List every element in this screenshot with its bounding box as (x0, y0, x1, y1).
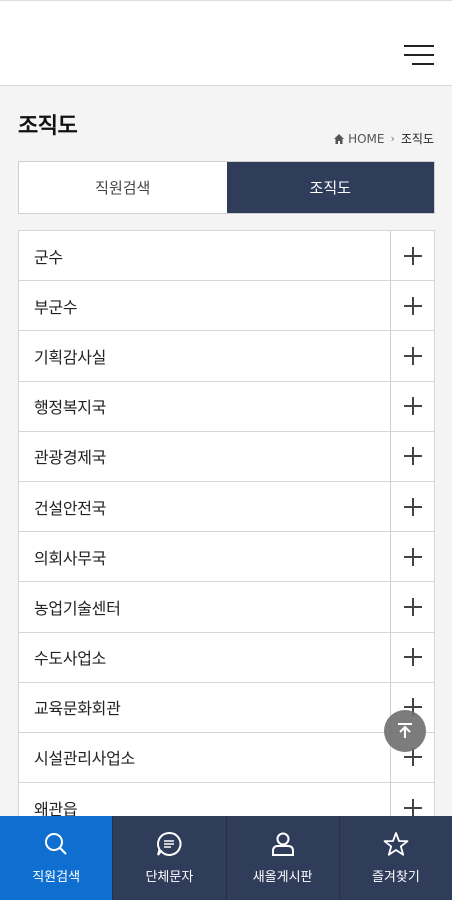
breadcrumb-home[interactable]: HOME (348, 132, 384, 146)
scroll-to-top-button[interactable] (384, 710, 426, 752)
nav-label: 단체문자 (145, 870, 194, 885)
plus-icon (403, 346, 422, 365)
nav-favorites[interactable]: 즐겨찾기 (340, 816, 452, 900)
tab-staff-search[interactable]: 직원검색 (19, 162, 227, 213)
chevron-right-icon: › (390, 132, 395, 145)
tab-bar: 직원검색 조직도 (18, 161, 435, 214)
expand-button[interactable] (390, 632, 434, 682)
list-item-label[interactable]: 수도사업소 (19, 633, 390, 682)
list-item[interactable]: 군수 (18, 231, 435, 282)
list-item-label[interactable]: 군수 (19, 231, 390, 280)
list-item[interactable]: 관광경제국 (18, 431, 435, 482)
list-item-label[interactable]: 건설안전국 (19, 482, 390, 531)
nav-label: 즐겨찾기 (371, 870, 420, 885)
list-item[interactable]: 건설안전국 (18, 481, 435, 533)
list-item-label[interactable]: 부군수 (19, 281, 390, 330)
plus-icon (403, 597, 422, 616)
nav-board[interactable]: 새올게시판 (227, 816, 340, 900)
list-item-label[interactable]: 기획감사실 (19, 331, 390, 380)
chat-icon (157, 831, 182, 856)
nav-staff-search[interactable]: 직원검색 (0, 816, 114, 900)
expand-button[interactable] (390, 481, 434, 532)
list-item[interactable]: 의회사무국 (18, 532, 435, 583)
arrow-up-to-top-icon (398, 723, 412, 738)
list-item[interactable]: 교육문화회관 (18, 682, 435, 733)
hamburger-menu-icon[interactable] (402, 45, 434, 69)
plus-icon (403, 397, 422, 416)
list-item-label[interactable]: 행정복지국 (19, 382, 390, 431)
plus-icon (403, 547, 422, 566)
search-icon (45, 833, 67, 855)
home-icon[interactable] (333, 133, 345, 145)
star-icon (383, 832, 409, 856)
plus-icon (403, 798, 422, 817)
expand-button[interactable] (390, 431, 434, 481)
list-item-label[interactable]: 의회사무국 (19, 532, 390, 581)
list-item[interactable]: 기획감사실 (18, 331, 435, 382)
list-item[interactable]: 수도사업소 (18, 632, 435, 683)
bottom-nav: 직원검색 단체문자 새올게시판 즐겨찾기 (0, 816, 452, 900)
breadcrumb: HOME › 조직도 (333, 130, 434, 147)
nav-label: 새올게시판 (252, 870, 313, 885)
plus-icon (403, 246, 422, 265)
plus-icon (403, 497, 422, 516)
list-item[interactable]: 시설관리사업소 (18, 732, 435, 784)
plus-icon (403, 648, 422, 667)
list-item-label[interactable]: 시설관리사업소 (19, 733, 390, 782)
list-item-label[interactable]: 교육문화회관 (19, 683, 390, 732)
expand-button[interactable] (390, 582, 434, 632)
list-item[interactable]: 농업기술센터 (18, 582, 435, 633)
list-item-label[interactable]: 관광경제국 (19, 432, 390, 481)
nav-label: 직원검색 (32, 870, 81, 885)
expand-button[interactable] (390, 231, 434, 281)
page-title: 조직도 (18, 114, 78, 139)
list-item[interactable]: 행정복지국 (18, 381, 435, 432)
plus-icon (403, 296, 422, 315)
org-list: 군수 부군수 기획감사실 행정복지국 관광경제국 건설안전국 의회사무국 농업기… (18, 230, 435, 834)
plus-icon (403, 447, 422, 466)
list-item[interactable]: 부군수 (18, 281, 435, 332)
expand-button[interactable] (390, 281, 434, 331)
top-bar (0, 0, 452, 86)
tab-org-chart[interactable]: 조직도 (226, 162, 434, 213)
list-item-label[interactable]: 농업기술센터 (19, 582, 390, 631)
breadcrumb-current: 조직도 (400, 132, 434, 146)
user-icon (271, 832, 294, 856)
expand-button[interactable] (390, 381, 434, 431)
nav-group-sms[interactable]: 단체문자 (113, 816, 227, 900)
expand-button[interactable] (390, 331, 434, 381)
expand-button[interactable] (390, 532, 434, 582)
